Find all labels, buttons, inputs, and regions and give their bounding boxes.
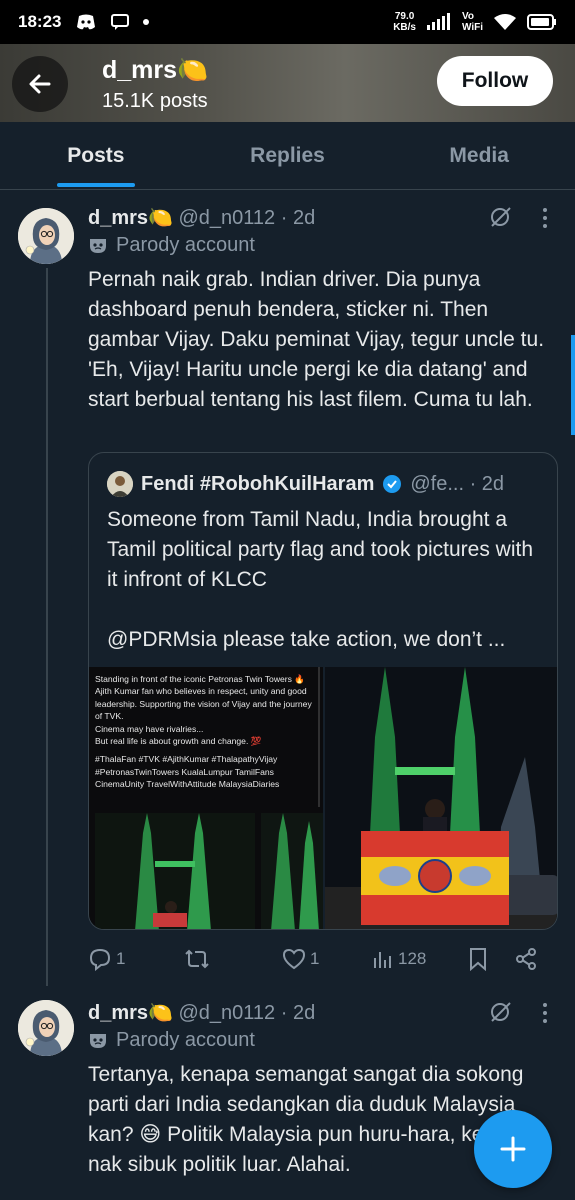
follow-button[interactable]: Follow (437, 56, 553, 106)
author-name[interactable]: d_mrs🍋 (88, 1002, 173, 1024)
verified-badge-icon (383, 475, 402, 493)
avatar-illustration (18, 208, 74, 264)
mask-icon (90, 1033, 106, 1048)
thread-line (46, 268, 48, 986)
parody-label: Parody account (88, 234, 255, 257)
towers-photo-small-2 (261, 813, 323, 929)
quoted-tweet[interactable]: Fendi #RobohKuilHaram @fe... · 2d Someon… (88, 452, 558, 930)
author-name[interactable]: d_mrs🍋 (88, 207, 173, 229)
quote-author-name: Fendi #RobohKuilHaram (141, 472, 375, 495)
share-button[interactable] (514, 947, 538, 971)
views-chart-icon (374, 952, 391, 968)
tab-replies[interactable]: Replies (192, 122, 384, 189)
tweet-actions: 1 1 128 (88, 941, 558, 977)
like-button[interactable]: 1 (282, 948, 372, 970)
quote-text: Someone from Tamil Nadu, India brought a… (107, 505, 547, 655)
reply-icon (89, 948, 111, 971)
quote-text-mention: @PDRMsia please take action, we don’t ..… (107, 628, 506, 651)
heart-icon (282, 948, 306, 970)
mask-icon (90, 238, 106, 253)
bookmark-button[interactable] (468, 947, 514, 971)
discord-icon (77, 14, 96, 30)
tweet-text: Pernah naik grab. Indian driver. Dia pun… (88, 268, 545, 411)
repost-button[interactable] (184, 947, 282, 971)
net-speed-value: 79.0 (394, 11, 415, 22)
media-image-left[interactable]: Standing in front of the iconic Petronas… (89, 667, 323, 929)
header-name: d_mrs🍋 (102, 56, 209, 84)
dot-icon (143, 19, 150, 25)
towers-photo-large (325, 667, 557, 929)
arrow-left-icon (29, 74, 51, 94)
tweet-header: d_mrs🍋 @d_n0112 · 2d (88, 1000, 315, 1025)
chat-icon (111, 14, 130, 30)
view-count: 128 (398, 949, 427, 968)
quote-header: Fendi #RobohKuilHaram @fe... · 2d (107, 471, 504, 497)
parody-text: Parody account (116, 234, 255, 256)
grok-icon[interactable] (488, 204, 514, 230)
profile-tabs: Posts Replies Media (0, 122, 575, 190)
quote-avatar-illustration (107, 471, 133, 497)
repost-icon (185, 949, 209, 969)
tweet-header: d_mrs🍋 @d_n0112 · 2d (88, 205, 315, 230)
vowifi-bottom: WiFi (461, 22, 483, 33)
towers-photo-small-1 (95, 813, 255, 929)
plus-icon (500, 1136, 526, 1162)
header-post-count: 15.1K posts (102, 90, 208, 112)
status-bar: 18:23 79.0 KB/s Vo WiFi (0, 0, 575, 44)
more-options-icon[interactable] (538, 206, 552, 230)
author-handle-time: @d_n0112 · 2d (172, 207, 316, 229)
wifi-icon (494, 14, 516, 30)
media-image-right[interactable] (325, 667, 557, 929)
status-left-icons (75, 13, 150, 31)
parody-label: Parody account (88, 1029, 255, 1052)
vowifi-label: Vo WiFi (462, 11, 483, 33)
grok-icon[interactable] (488, 999, 514, 1025)
back-button[interactable] (12, 56, 68, 112)
views-button[interactable]: 128 (372, 948, 468, 970)
quote-handle-time: @fe... · 2d (410, 472, 505, 495)
bookmark-icon (470, 948, 486, 971)
author-handle-time: @d_n0112 · 2d (172, 1002, 316, 1024)
profile-header: d_mrs🍋 15.1K posts Follow (0, 44, 575, 122)
compose-button[interactable] (474, 1110, 552, 1188)
tab-posts[interactable]: Posts (0, 122, 192, 189)
net-speed-unit: KB/s (393, 22, 416, 33)
quote-avatar (107, 471, 133, 497)
reply-count: 1 (116, 949, 126, 968)
scrollbar[interactable] (571, 335, 575, 435)
tab-media[interactable]: Media (383, 122, 575, 189)
vowifi-top: Vo (461, 11, 475, 22)
net-speed: 79.0 KB/s (393, 11, 416, 33)
battery-icon (527, 14, 556, 30)
reply-button[interactable]: 1 (88, 947, 184, 971)
signal-icon (426, 13, 450, 30)
avatar[interactable] (18, 1000, 74, 1056)
parody-text: Parody account (116, 1029, 255, 1051)
like-count: 1 (310, 949, 320, 968)
more-options-icon[interactable] (538, 1001, 552, 1025)
avatar[interactable] (18, 208, 74, 264)
status-time: 18:23 (18, 12, 62, 31)
quote-text-body: Someone from Tamil Nadu, India brought a… (107, 508, 534, 591)
avatar-illustration (18, 1000, 74, 1056)
share-icon (516, 948, 536, 970)
